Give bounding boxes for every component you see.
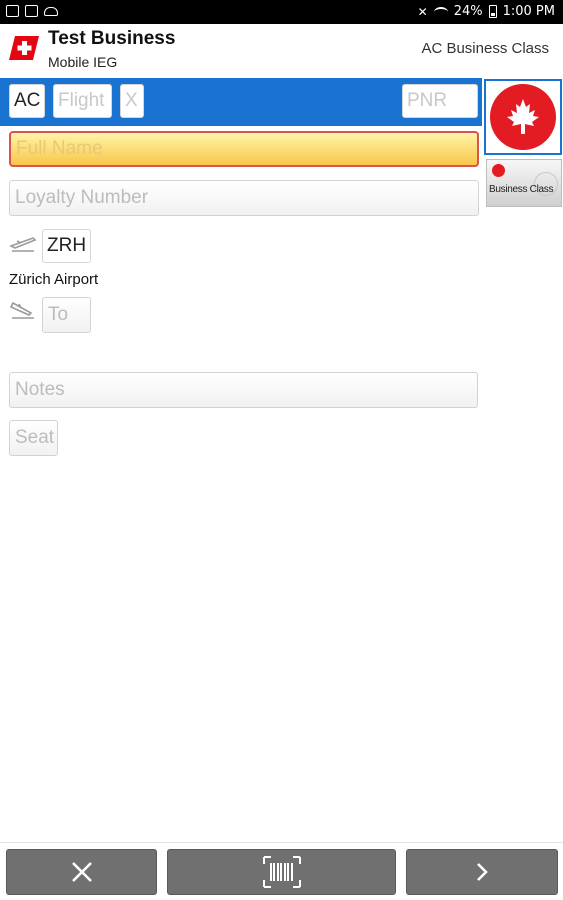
airline-logo[interactable]	[484, 79, 562, 155]
app-screen: { "status_bar": { "battery": "24%", "tim…	[0, 0, 563, 900]
wifi-icon	[433, 6, 448, 17]
cloud-icon	[44, 7, 58, 16]
air-canada-roundel	[490, 84, 556, 150]
plane-takeoff-icon	[9, 237, 37, 252]
plane-landing-icon	[9, 301, 34, 319]
calendar-notification-icon	[25, 5, 38, 17]
status-bar: ✕ 24% 1:00 PM	[0, 0, 563, 24]
loyalty-number-field[interactable]: Loyalty Number	[9, 180, 479, 216]
scan-barcode-button[interactable]	[167, 849, 396, 895]
airline-code-field[interactable]: AC	[9, 84, 45, 118]
notes-field[interactable]: Notes	[9, 372, 478, 408]
flight-suffix-field[interactable]: X	[120, 84, 144, 118]
cancel-button[interactable]	[6, 849, 157, 895]
close-icon	[71, 862, 92, 882]
flight-number-field[interactable]: Flight	[53, 84, 112, 118]
next-button[interactable]	[406, 849, 558, 895]
chevron-right-icon	[477, 863, 488, 881]
clock: 1:00 PM	[502, 4, 555, 19]
page-subtitle: Mobile IEG	[48, 54, 118, 70]
pnr-field[interactable]: PNR	[402, 84, 478, 118]
barcode-icon	[262, 856, 301, 888]
battery-icon	[488, 5, 497, 18]
cabin-class-label: Business Class	[489, 184, 554, 195]
swiss-logo-icon	[9, 36, 39, 60]
maple-leaf-icon	[507, 99, 539, 134]
full-name-field[interactable]: Full Name	[9, 131, 479, 167]
seat-field[interactable]: Seat	[9, 420, 58, 456]
air-canada-small-icon	[492, 164, 505, 177]
page-title: Test Business	[48, 28, 176, 49]
battery-percent: 24%	[453, 4, 483, 19]
from-airport-field[interactable]: ZRH	[42, 229, 91, 263]
to-airport-field[interactable]: To	[42, 297, 91, 333]
cabin-class-tile[interactable]: Business Class	[486, 159, 562, 207]
image-notification-icon	[6, 5, 19, 17]
mute-icon: ✕	[417, 4, 428, 19]
from-airport-name: Zürich Airport	[9, 271, 99, 288]
class-label: AC Business Class	[421, 40, 549, 57]
